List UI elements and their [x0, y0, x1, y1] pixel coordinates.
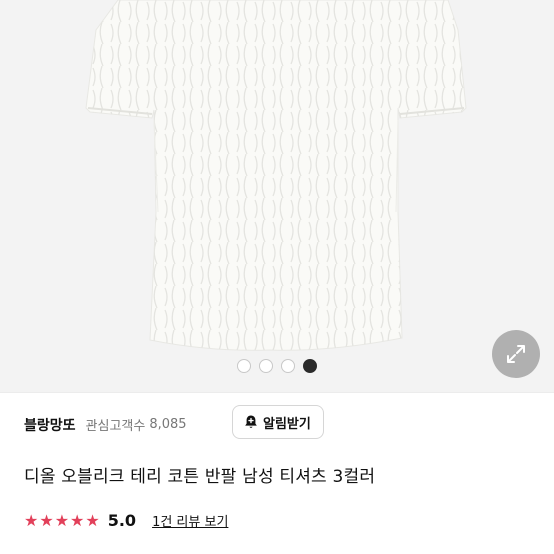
shop-name[interactable]: 블랑망또 [24, 415, 76, 435]
review-link[interactable]: 1건 리뷰 보기 [152, 511, 228, 530]
carousel-indicator [237, 359, 317, 373]
product-image [85, 0, 467, 351]
star-icon: ★ [54, 510, 70, 530]
carousel-dot[interactable] [281, 359, 295, 373]
seller-info-row: 블랑망또 관심고객수 8,085 알림받기 [0, 392, 554, 456]
star-icon: ★ [24, 510, 39, 530]
bell-plus-icon [245, 415, 257, 428]
rating-row: ★ ★ ★ ★ ★ 5.0 1건 리뷰 보기 [24, 511, 228, 530]
expand-arrows-icon [507, 345, 525, 363]
star-icon: ★ [85, 510, 100, 530]
star-icon: ★ [70, 510, 85, 530]
carousel-dot[interactable] [259, 359, 273, 373]
favorites-count: 8,085 [149, 417, 187, 432]
notify-button[interactable]: 알림받기 [232, 405, 324, 439]
rating-score: 5.0 [107, 511, 137, 530]
favorites-label: 관심고객수 [85, 419, 146, 434]
star-icon: ★ [39, 510, 54, 530]
product-title: 디올 오블리크 테리 코튼 반팔 남성 티셔츠 3컬러 [24, 467, 376, 487]
notify-button-label: 알림받기 [263, 416, 311, 432]
rating-stars: ★ ★ ★ ★ ★ [24, 510, 100, 530]
carousel-dot[interactable] [237, 359, 251, 373]
carousel-dot-active[interactable] [303, 359, 317, 373]
expand-image-button[interactable] [492, 330, 540, 378]
product-image-gallery[interactable] [0, 0, 554, 392]
